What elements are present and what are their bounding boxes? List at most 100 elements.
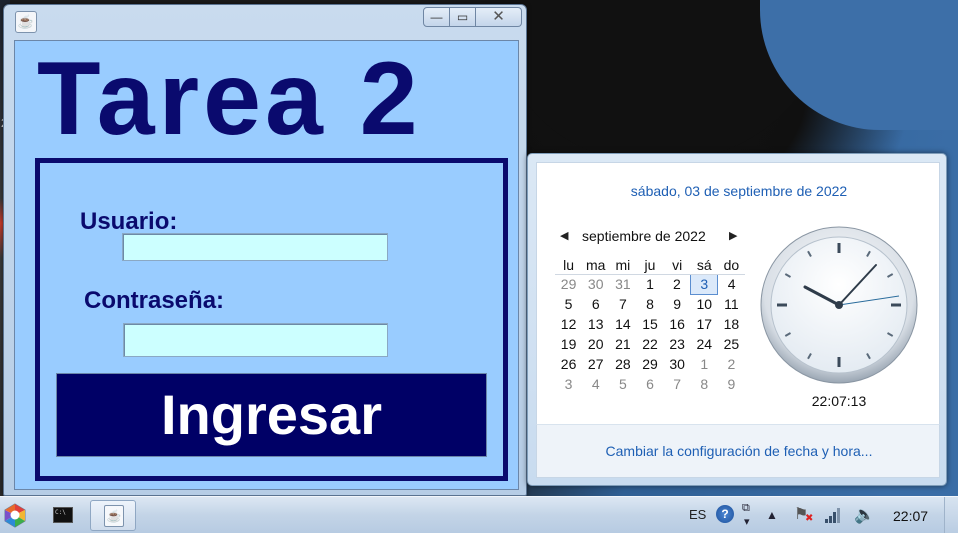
calendar-day[interactable]: 28 [609, 354, 636, 374]
calendar-day[interactable]: 26 [555, 354, 582, 374]
calendar-day[interactable]: 29 [636, 354, 663, 374]
calendar-day[interactable]: 3 [555, 374, 582, 394]
calendar-grid: lu ma mi ju vi sá do 29 30 31 1 2 3 4 5 6 7 8 9 10 11… [555, 256, 745, 394]
error-badge-icon: ✖ [805, 513, 814, 524]
calendar-day[interactable]: 9 [718, 374, 745, 394]
weekday-label: vi [663, 256, 691, 275]
calendar-day[interactable]: 4 [582, 374, 609, 394]
calendar-day[interactable]: 7 [664, 374, 691, 394]
wallpaper-shape [760, 0, 958, 130]
show-hidden-icons-icon[interactable]: ▲ [766, 508, 778, 522]
calendar-day[interactable]: 1 [636, 274, 663, 294]
change-datetime-link[interactable]: Cambiar la configuración de fecha y hora… [537, 443, 941, 459]
minimize-button[interactable]: — [423, 7, 450, 27]
window-titlebar[interactable]: ☕ — ▭ ✕ [4, 5, 526, 39]
calendar-day[interactable]: 19 [555, 334, 582, 354]
calendar-week-row: 19 20 21 22 23 24 25 [555, 334, 745, 354]
calendar-day[interactable]: 16 [664, 314, 691, 334]
calendar-day[interactable]: 15 [636, 314, 663, 334]
calendar-day[interactable]: 2 [664, 274, 691, 294]
long-date-link[interactable]: sábado, 03 de septiembre de 2022 [537, 183, 941, 199]
calendar-day[interactable]: 7 [609, 294, 636, 314]
ime-options-icon[interactable]: ⧉ [742, 502, 750, 515]
chevron-down-icon[interactable]: ▾ [744, 515, 750, 528]
calendar-day[interactable]: 14 [609, 314, 636, 334]
calendar-day[interactable]: 10 [691, 294, 718, 314]
calendar-day[interactable]: 27 [582, 354, 609, 374]
calendar-day[interactable]: 30 [664, 354, 691, 374]
calendar-day[interactable]: 12 [555, 314, 582, 334]
calendar-footer: Cambiar la configuración de fecha y hora… [536, 424, 940, 478]
analog-clock [759, 225, 919, 385]
start-button[interactable] [1, 501, 29, 529]
calendar-day[interactable]: 23 [664, 334, 691, 354]
login-window: ☕ — ▭ ✕ Tarea 2 Usuario: Contraseña: Ing… [3, 4, 527, 496]
weekday-label: ma [582, 256, 610, 275]
weekday-label: mi [609, 256, 637, 275]
username-input[interactable] [122, 233, 388, 261]
calendar-flyout: sábado, 03 de septiembre de 2022 ◀ septi… [527, 153, 947, 486]
calendar-day[interactable]: 21 [609, 334, 636, 354]
show-desktop-button[interactable] [944, 497, 958, 533]
calendar-day[interactable]: 17 [691, 314, 718, 334]
calendar-day[interactable]: 5 [609, 374, 636, 394]
weekday-label: do [717, 256, 745, 275]
next-month-icon[interactable]: ▶ [729, 229, 737, 242]
calendar-day[interactable]: 6 [582, 294, 609, 314]
month-label[interactable]: septiembre de 2022 [582, 228, 706, 244]
taskbar-clock[interactable]: 22:07 [893, 508, 928, 524]
window-controls: — ▭ ✕ [423, 7, 522, 27]
calendar-week-row: 26 27 28 29 30 1 2 [555, 354, 745, 374]
password-input[interactable] [123, 323, 388, 357]
window-content: Tarea 2 Usuario: Contraseña: Ingresar [14, 40, 519, 490]
calendar-week-row: 5 6 7 8 9 10 11 [555, 294, 745, 314]
calendar-day[interactable]: 29 [555, 274, 582, 294]
password-label: Contraseña: [84, 287, 225, 314]
weekday-label: lu [555, 256, 583, 275]
calendar-day[interactable]: 9 [664, 294, 691, 314]
cmd-icon: C:\ [53, 507, 73, 523]
maximize-button[interactable]: ▭ [450, 7, 476, 27]
help-icon[interactable]: ? [716, 505, 734, 523]
calendar-day[interactable]: 24 [691, 334, 718, 354]
close-button[interactable]: ✕ [476, 7, 522, 27]
calendar-day[interactable]: 31 [609, 274, 636, 294]
taskbar-item-cmd[interactable]: C:\ [43, 500, 87, 531]
previous-month-icon[interactable]: ◀ [560, 229, 568, 242]
calendar-day[interactable]: 6 [636, 374, 663, 394]
network-signal-icon[interactable] [824, 506, 842, 524]
login-button[interactable]: Ingresar [56, 373, 487, 457]
calendar-day[interactable]: 18 [718, 314, 745, 334]
calendar-week-row: 29 30 31 1 2 3 4 [555, 273, 745, 295]
calendar-day[interactable]: 1 [691, 354, 718, 374]
calendar-panel: sábado, 03 de septiembre de 2022 ◀ septi… [536, 162, 940, 424]
calendar-day[interactable]: 22 [636, 334, 663, 354]
calendar-week-row: 12 13 14 15 16 17 18 [555, 314, 745, 334]
clock-face-icon [760, 226, 918, 384]
weekday-header-row: lu ma mi ju vi sá do [555, 256, 745, 275]
username-label: Usuario: [80, 208, 178, 235]
weekday-label: ju [636, 256, 664, 275]
java-icon[interactable]: ☕ [15, 11, 37, 33]
taskbar: C:\ ☕ ES ? ⧉ ▾ ▲ ⚑ ✖ 🔈 22:07 [0, 496, 958, 533]
java-icon: ☕ [104, 505, 124, 527]
calendar-day[interactable]: 2 [718, 354, 745, 374]
calendar-day[interactable]: 8 [636, 294, 663, 314]
calendar-day[interactable]: 5 [555, 294, 582, 314]
weekday-label: sá [690, 256, 718, 275]
calendar-day[interactable]: 13 [582, 314, 609, 334]
calendar-week-row: 3456789 [555, 374, 745, 394]
start-orb-icon [4, 503, 26, 528]
calendar-day[interactable]: 8 [691, 374, 718, 394]
page-title: Tarea 2 [37, 41, 422, 157]
calendar-day[interactable]: 30 [582, 274, 609, 294]
calendar-day[interactable]: 25 [718, 334, 745, 354]
taskbar-item-java[interactable]: ☕ [90, 500, 136, 531]
login-panel: Usuario: Contraseña: Ingresar [35, 158, 508, 481]
calendar-day[interactable]: 4 [718, 274, 745, 294]
language-indicator[interactable]: ES [689, 507, 706, 522]
calendar-day[interactable]: 3 [690, 273, 719, 295]
calendar-day[interactable]: 20 [582, 334, 609, 354]
volume-icon[interactable]: 🔈 [854, 505, 875, 525]
calendar-day[interactable]: 11 [718, 294, 745, 314]
